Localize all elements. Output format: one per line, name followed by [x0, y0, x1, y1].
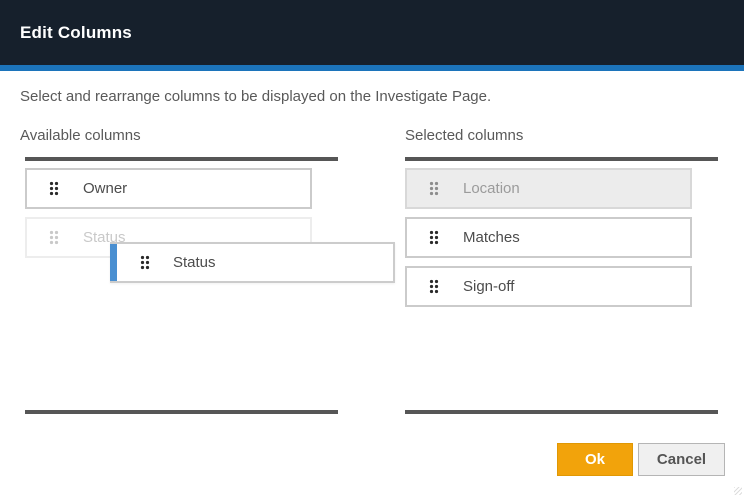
selected-list-top-divider: [405, 157, 718, 161]
drag-handle-icon[interactable]: [49, 181, 59, 196]
resize-grip-icon: [734, 487, 742, 495]
column-item-matches[interactable]: Matches: [405, 217, 692, 258]
cancel-button[interactable]: Cancel: [638, 443, 725, 476]
column-item-owner[interactable]: Owner: [25, 168, 312, 209]
selected-list-bottom-divider: [405, 410, 718, 414]
column-item-label: Matches: [463, 229, 520, 246]
drag-handle-icon[interactable]: [140, 255, 150, 270]
drag-handle-icon[interactable]: [49, 230, 59, 245]
dialog-header: Edit Columns: [0, 0, 744, 65]
ok-button[interactable]: Ok: [557, 443, 633, 476]
column-item-label: Sign-off: [463, 278, 514, 295]
drag-ghost-status[interactable]: Status: [110, 242, 395, 283]
dialog-title: Edit Columns: [20, 23, 132, 43]
column-item-location: Location: [405, 168, 692, 209]
available-list-top-divider: [25, 157, 338, 161]
available-columns-label: Available columns: [20, 127, 141, 144]
selected-columns-list: Location Matches Sign-off: [405, 168, 718, 315]
drop-indicator-bar: [110, 244, 117, 281]
available-list-bottom-divider: [25, 410, 338, 414]
edit-columns-dialog: Edit Columns Select and rearrange column…: [0, 0, 744, 498]
column-item-label: Owner: [83, 180, 127, 197]
dialog-description: Select and rearrange columns to be displ…: [20, 88, 491, 105]
drag-handle-icon[interactable]: [429, 230, 439, 245]
column-item-label: Location: [463, 180, 520, 197]
drag-handle-icon: [429, 181, 439, 196]
header-accent-bar: [0, 65, 744, 71]
selected-columns-label: Selected columns: [405, 127, 523, 144]
column-item-signoff[interactable]: Sign-off: [405, 266, 692, 307]
drag-ghost-label: Status: [173, 254, 216, 271]
drag-handle-icon[interactable]: [429, 279, 439, 294]
